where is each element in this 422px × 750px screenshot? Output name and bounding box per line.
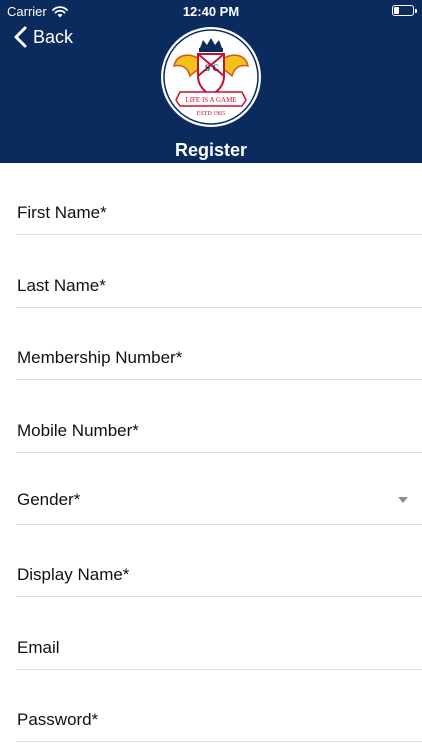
last-name-field[interactable]: Last Name*	[16, 236, 422, 308]
display-name-field[interactable]: Display Name*	[16, 525, 422, 597]
back-button-label: Back	[33, 26, 74, 47]
status-time: 12:40 PM	[182, 4, 240, 19]
email-label: Email	[17, 638, 60, 657]
logo-established: ESTD 1965	[197, 111, 226, 117]
password-label: Password*	[17, 710, 99, 729]
app-header: Carrier 12:40 PM Back S C LIFE IS A GAME…	[0, 0, 422, 163]
password-field[interactable]: Password*	[16, 670, 422, 742]
membership-number-field[interactable]: Membership Number*	[16, 308, 422, 380]
status-bar: Carrier 12:40 PM	[0, 0, 422, 24]
first-name-label: First Name*	[17, 203, 107, 222]
back-button[interactable]: Back	[14, 26, 73, 48]
membership-number-label: Membership Number*	[17, 348, 183, 367]
display-name-label: Display Name*	[17, 565, 130, 584]
chevron-left-icon	[14, 26, 27, 48]
logo-motto: LIFE IS A GAME	[185, 96, 236, 104]
mobile-number-label: Mobile Number*	[17, 421, 139, 440]
logo-letter-c: C	[213, 63, 220, 73]
dropdown-arrow-icon	[398, 497, 408, 503]
gender-label: Gender*	[17, 490, 81, 509]
email-field[interactable]: Email	[16, 598, 422, 670]
club-logo: S C LIFE IS A GAME ESTD 1965	[161, 27, 261, 127]
mobile-number-field[interactable]: Mobile Number*	[16, 381, 422, 453]
battery-icon	[392, 5, 417, 16]
first-name-field[interactable]: First Name*	[16, 163, 422, 235]
page-title: Register	[174, 140, 248, 160]
battery-level	[394, 7, 399, 14]
last-name-label: Last Name*	[17, 276, 106, 295]
logo-letter-s: S	[205, 63, 210, 73]
gender-select[interactable]: Gender*	[16, 453, 422, 525]
